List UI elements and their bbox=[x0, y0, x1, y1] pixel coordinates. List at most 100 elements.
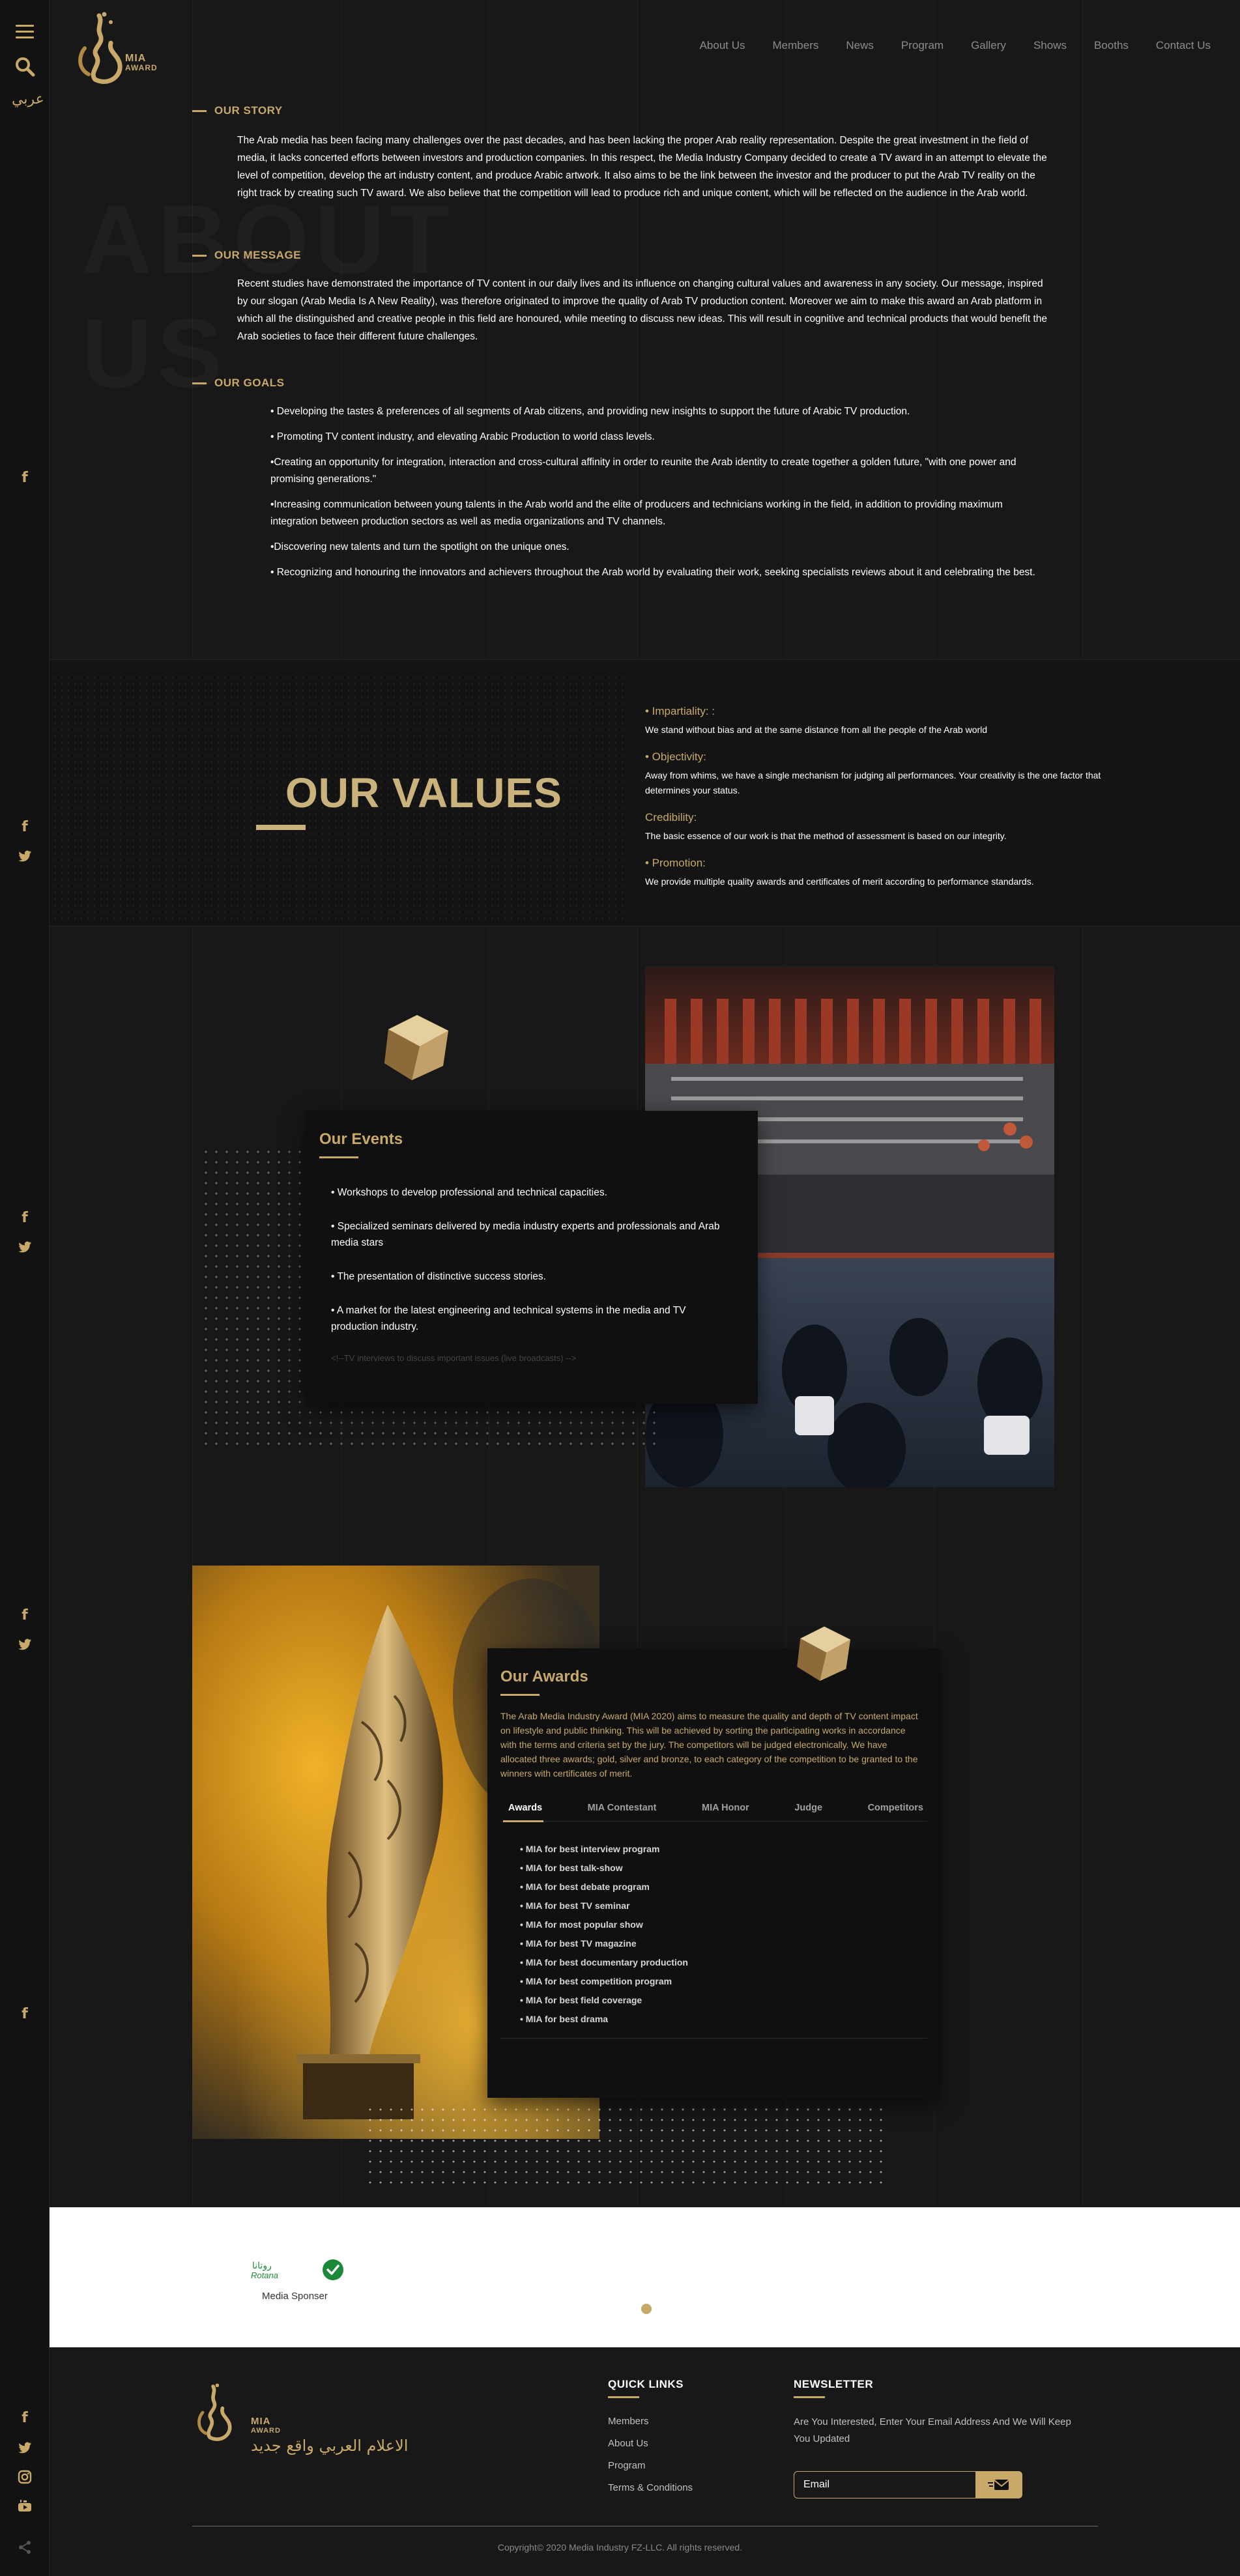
rotana-sponsor-logo[interactable]: روتانا Rotana bbox=[250, 2257, 345, 2282]
tab-mia-honor[interactable]: MIA Honor bbox=[702, 1803, 749, 1813]
language-toggle-link[interactable]: عربي bbox=[12, 91, 44, 107]
newsletter-text: Are You Interested, Enter Your Email Add… bbox=[794, 2416, 1071, 2444]
newsletter-email-input[interactable] bbox=[794, 2471, 976, 2498]
nav-news[interactable]: News bbox=[846, 39, 874, 52]
value-desc: Away from whims, we have a single mechan… bbox=[645, 770, 1101, 795]
footer-link-program[interactable]: Program bbox=[608, 2455, 693, 2477]
events-card: Our Events • Workshops to develop profes… bbox=[305, 1111, 758, 1404]
newsletter-underline bbox=[794, 2396, 825, 2398]
goal-item: •Increasing communication between young … bbox=[270, 499, 1003, 527]
logo-wordmark: MIA AWARD bbox=[125, 53, 158, 73]
footer-slogan: الاعلام العربي واقع جديد bbox=[251, 2437, 409, 2455]
twitter-icon[interactable] bbox=[17, 848, 33, 864]
awards-description: The Arab Media Industry Award (MIA 2020)… bbox=[500, 1711, 918, 1779]
sponsor-caption: Media Sponser bbox=[262, 2291, 328, 2302]
event-item: • Workshops to develop professional and … bbox=[331, 1187, 607, 1198]
award-item: • MIA for best debate program bbox=[520, 1882, 650, 1892]
facebook-icon[interactable]: f bbox=[17, 820, 33, 835]
footer-link-members[interactable]: Members bbox=[608, 2411, 693, 2433]
facebook-icon[interactable]: f bbox=[17, 1210, 33, 1226]
footer-logo[interactable]: MIA AWARD الاعلام العربي واقع جديد bbox=[192, 2377, 453, 2455]
event-item-faded: <!--TV interviews to discuss important i… bbox=[331, 1353, 577, 1363]
nav-about-us[interactable]: About Us bbox=[700, 39, 745, 52]
twitter-icon[interactable] bbox=[17, 2440, 33, 2455]
tab-judge[interactable]: Judge bbox=[794, 1803, 822, 1813]
footer-link-about-us[interactable]: About Us bbox=[608, 2433, 693, 2455]
event-item: • The presentation of distinctive succes… bbox=[331, 1271, 546, 1282]
quick-links-title: QUICK LINKS bbox=[608, 2378, 684, 2390]
award-item: • MIA for best TV magazine bbox=[520, 1938, 637, 1949]
goal-item: •Creating an opportunity for integration… bbox=[270, 457, 1017, 485]
values-title: OUR VALUES bbox=[285, 769, 562, 816]
nav-booths[interactable]: Booths bbox=[1094, 39, 1129, 52]
award-item: • MIA for best documentary production bbox=[520, 1957, 688, 1968]
event-item: • A market for the latest engineering an… bbox=[331, 1305, 686, 1332]
goal-item: • Recognizing and honouring the innovato… bbox=[270, 567, 1035, 578]
award-item: • MIA for best competition program bbox=[520, 1976, 672, 1986]
message-heading: OUR MESSAGE bbox=[192, 249, 301, 262]
nav-members[interactable]: Members bbox=[773, 39, 819, 52]
twitter-icon[interactable] bbox=[17, 1637, 33, 1652]
award-item: • MIA for best drama bbox=[520, 2014, 609, 2024]
award-item: • MIA for best field coverage bbox=[520, 1995, 642, 2005]
goal-item: • Developing the tastes & preferences of… bbox=[270, 406, 910, 417]
mia-award-logo-icon bbox=[78, 12, 123, 84]
value-title: • Promotion: bbox=[645, 857, 706, 869]
site-logo[interactable]: MIA AWARD bbox=[65, 9, 163, 87]
footer-logo-line-2: AWARD bbox=[251, 2427, 281, 2435]
value-desc: We stand without bias and at the same di… bbox=[645, 724, 988, 735]
active-tab-indicator bbox=[503, 1820, 543, 1822]
nav-gallery[interactable]: Gallery bbox=[971, 39, 1006, 52]
events-title: Our Events bbox=[319, 1130, 403, 1148]
tab-awards[interactable]: Awards bbox=[508, 1803, 542, 1813]
awards-tabs: Awards MIA Contestant MIA Honor Judge Co… bbox=[500, 1803, 927, 1822]
facebook-icon[interactable]: f bbox=[17, 470, 33, 486]
awards-list: • MIA for best interview program • MIA f… bbox=[500, 1840, 927, 2029]
youtube-icon[interactable] bbox=[17, 2498, 33, 2514]
story-heading: OUR STORY bbox=[192, 104, 283, 117]
facebook-icon[interactable]: f bbox=[17, 2007, 33, 2022]
goal-item: • Promoting TV content industry, and ele… bbox=[270, 431, 655, 442]
rotana-logo-wordmark: Rotana bbox=[251, 2270, 278, 2280]
newsletter-submit-button[interactable] bbox=[975, 2471, 1022, 2498]
gold-cube-icon bbox=[797, 1626, 850, 1681]
twitter-icon[interactable] bbox=[17, 1239, 33, 1255]
logo-line-1: MIA bbox=[125, 53, 147, 64]
left-rail: عربي f f f f f f bbox=[0, 0, 50, 2576]
facebook-icon[interactable]: f bbox=[17, 2411, 33, 2426]
footer-logo-wordmark: MIA AWARD bbox=[251, 2416, 281, 2435]
newsletter-title: NEWSLETTER bbox=[794, 2378, 874, 2390]
mia-award-logo-icon bbox=[197, 2383, 232, 2441]
events-title-underline bbox=[319, 1156, 358, 1158]
rotana-logo-icon: روتانا Rotana bbox=[251, 2259, 343, 2280]
facebook-icon[interactable]: f bbox=[17, 1608, 33, 1624]
event-item: • Specialized seminars delivered by medi… bbox=[331, 1221, 720, 1248]
nav-program[interactable]: Program bbox=[901, 39, 944, 52]
award-item: • MIA for best talk-show bbox=[520, 1863, 623, 1873]
value-title: • Objectivity: bbox=[645, 751, 706, 763]
quick-links-list: Members About Us Program Terms & Conditi… bbox=[608, 2411, 693, 2499]
goal-item: •Discovering new talents and turn the sp… bbox=[270, 541, 570, 552]
send-mail-icon bbox=[988, 2480, 1009, 2490]
menu-icon[interactable] bbox=[16, 25, 34, 39]
search-icon[interactable] bbox=[14, 56, 35, 77]
value-title: • Impartiality: : bbox=[645, 705, 715, 717]
footer-link-terms[interactable]: Terms & Conditions bbox=[608, 2477, 693, 2499]
message-text: Recent studies have demonstrated the imp… bbox=[237, 278, 1048, 342]
story-text: The Arab media has been facing many chal… bbox=[237, 135, 1047, 199]
main-nav: About Us Members News Program Gallery Sh… bbox=[700, 39, 1211, 52]
gold-cube-icon bbox=[384, 1015, 448, 1080]
svg-text:روتانا: روتانا bbox=[252, 2261, 272, 2271]
tab-competitors[interactable]: Competitors bbox=[868, 1803, 923, 1813]
nav-contact-us[interactable]: Contact Us bbox=[1156, 39, 1211, 52]
share-icon[interactable] bbox=[17, 2540, 33, 2555]
carousel-dot[interactable] bbox=[641, 2304, 652, 2314]
award-item: • MIA for best interview program bbox=[520, 1844, 660, 1854]
logo-line-2: AWARD bbox=[125, 63, 158, 72]
tab-mia-contestant[interactable]: MIA Contestant bbox=[588, 1803, 657, 1813]
awards-card: Our Awards The Arab Media Industry Award… bbox=[487, 1648, 940, 2098]
instagram-icon[interactable] bbox=[17, 2469, 33, 2485]
awards-title: Our Awards bbox=[500, 1668, 588, 1685]
nav-shows[interactable]: Shows bbox=[1033, 39, 1067, 52]
quick-links-underline bbox=[608, 2396, 639, 2398]
